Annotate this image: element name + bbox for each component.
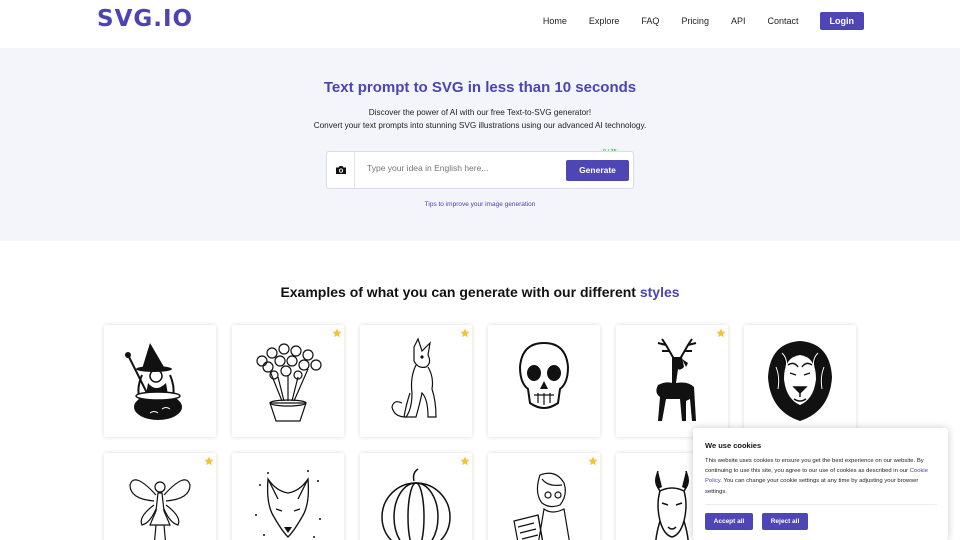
- tips-link[interactable]: Tips to improve your image generation: [0, 201, 960, 208]
- hero-section: Text prompt to SVG in less than 10 secon…: [0, 48, 960, 241]
- example-card-flowers[interactable]: [232, 325, 344, 437]
- login-button[interactable]: Login: [819, 12, 864, 30]
- generate-button[interactable]: Generate: [566, 160, 629, 181]
- star-icon: [460, 456, 470, 466]
- pumpkin-illustration: [381, 468, 451, 540]
- example-card-dog[interactable]: [360, 325, 472, 437]
- reject-all-button[interactable]: Reject all: [762, 513, 808, 530]
- image-upload-button[interactable]: [327, 152, 355, 188]
- cookie-text-after: . You can change your cookie settings at…: [705, 478, 919, 495]
- cookie-title: We use cookies: [705, 441, 762, 450]
- lion-illustration: [768, 341, 832, 421]
- examples-title-text: Examples of what you can generate with o…: [280, 284, 640, 300]
- star-icon: [204, 456, 214, 466]
- nav-item-home[interactable]: Home: [543, 12, 567, 30]
- nav-item-explore[interactable]: Explore: [589, 12, 620, 30]
- nav-item-api[interactable]: API: [731, 12, 746, 30]
- hero-subtitle: Discover the power of AI with our free T…: [0, 106, 960, 132]
- cookie-divider: [705, 504, 937, 505]
- example-card-girl-reading[interactable]: [488, 453, 600, 540]
- hero-title: Text prompt to SVG in less than 10 secon…: [323, 79, 637, 96]
- logo[interactable]: SVG.IO: [97, 6, 193, 32]
- camera-icon: [335, 166, 346, 174]
- accept-all-button[interactable]: Accept all: [705, 513, 753, 530]
- example-card-pumpkin[interactable]: [360, 453, 472, 540]
- cookie-text-before: This website uses cookies to ensure you …: [705, 458, 924, 475]
- example-card-fairy[interactable]: [104, 453, 216, 540]
- cookie-text: This website uses cookies to ensure you …: [705, 456, 937, 497]
- deer-illustration: [656, 338, 697, 421]
- example-card-lion[interactable]: [744, 325, 856, 437]
- fairy-illustration: [129, 479, 191, 540]
- example-card-skull[interactable]: [488, 325, 600, 437]
- hero-subtitle-line-2: Convert your text prompts into stunning …: [313, 121, 647, 130]
- prompt-box: Generate: [326, 151, 634, 189]
- example-card-fox[interactable]: [232, 453, 344, 540]
- hero-subtitle-line-1: Discover the power of AI with our free T…: [368, 108, 592, 117]
- star-icon: [588, 456, 598, 466]
- example-card-deer[interactable]: [616, 325, 728, 437]
- nav-item-contact[interactable]: Contact: [767, 12, 798, 30]
- examples-title-accent: styles: [639, 284, 680, 300]
- dog-illustration: [391, 337, 437, 418]
- page: SVG.IO Home Explore FAQ Pricing API Cont…: [0, 0, 960, 540]
- top-nav: SVG.IO Home Explore FAQ Pricing API Cont…: [0, 0, 960, 44]
- examples-title: Examples of what you can generate with o…: [0, 284, 960, 300]
- fox-illustration: [255, 470, 321, 538]
- prompt-input[interactable]: [367, 163, 557, 173]
- star-icon: [332, 328, 342, 338]
- flower-bouquet-illustration: [256, 343, 322, 422]
- star-icon: [716, 328, 726, 338]
- nav-menu: Home Explore FAQ Pricing API Contact Log…: [521, 12, 864, 30]
- witch-illustration: [125, 343, 182, 420]
- cookie-banner: We use cookies This website uses cookies…: [693, 428, 948, 540]
- skull-illustration: [518, 341, 570, 409]
- nav-item-pricing[interactable]: Pricing: [681, 12, 709, 30]
- star-icon: [460, 328, 470, 338]
- nav-item-faq[interactable]: FAQ: [641, 12, 659, 30]
- example-card-witch[interactable]: [104, 325, 216, 437]
- girl-reading-illustration: [513, 472, 570, 540]
